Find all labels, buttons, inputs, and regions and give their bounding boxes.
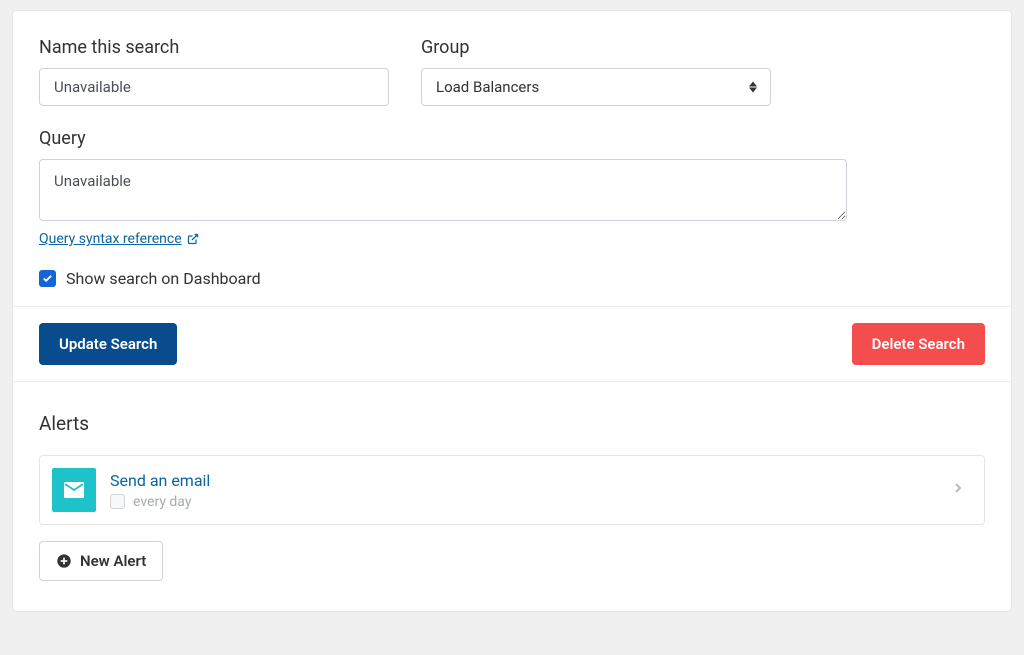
- query-syntax-link[interactable]: Query syntax reference: [39, 231, 847, 247]
- actions-section: Update Search Delete Search: [13, 306, 1011, 382]
- external-link-icon: [187, 233, 199, 245]
- alert-text: Send an email every day: [110, 471, 936, 510]
- search-config-card: Name this search Group Load Balancers Qu…: [12, 10, 1012, 612]
- group-select-wrap: Load Balancers: [421, 68, 771, 106]
- group-label: Group: [421, 37, 771, 58]
- query-field-group: Query Unavailable Query syntax reference: [39, 128, 847, 247]
- alert-sub-row: every day: [110, 494, 936, 510]
- dashboard-checkbox[interactable]: [39, 270, 56, 287]
- alert-icon-box: [52, 468, 96, 512]
- alert-title: Send an email: [110, 471, 936, 490]
- delete-search-button[interactable]: Delete Search: [852, 323, 985, 365]
- form-section: Name this search Group Load Balancers Qu…: [13, 11, 1011, 306]
- alerts-section: Alerts Send an email every day: [13, 382, 1011, 611]
- alert-row[interactable]: Send an email every day: [39, 455, 985, 525]
- group-select[interactable]: Load Balancers: [421, 68, 771, 106]
- query-textarea[interactable]: Unavailable: [39, 159, 847, 221]
- chevron-right-icon: [950, 480, 966, 500]
- alerts-heading: Alerts: [39, 412, 985, 435]
- syntax-link-text: Query syntax reference: [39, 231, 182, 247]
- check-icon: [42, 273, 53, 284]
- group-field-group: Group Load Balancers: [421, 37, 771, 106]
- mail-icon: [62, 478, 86, 502]
- new-alert-button[interactable]: New Alert: [39, 541, 163, 581]
- alert-frequency-checkbox[interactable]: [110, 494, 125, 509]
- name-group-row: Name this search Group Load Balancers: [39, 37, 985, 106]
- name-input[interactable]: [39, 68, 389, 106]
- name-label: Name this search: [39, 37, 389, 58]
- name-field-group: Name this search: [39, 37, 389, 106]
- alert-frequency: every day: [133, 494, 191, 510]
- query-label: Query: [39, 128, 847, 149]
- plus-circle-icon: [56, 553, 72, 569]
- dashboard-checkbox-row: Show search on Dashboard: [39, 269, 985, 288]
- update-search-button[interactable]: Update Search: [39, 323, 177, 365]
- new-alert-label: New Alert: [80, 552, 146, 570]
- dashboard-checkbox-label: Show search on Dashboard: [66, 269, 261, 288]
